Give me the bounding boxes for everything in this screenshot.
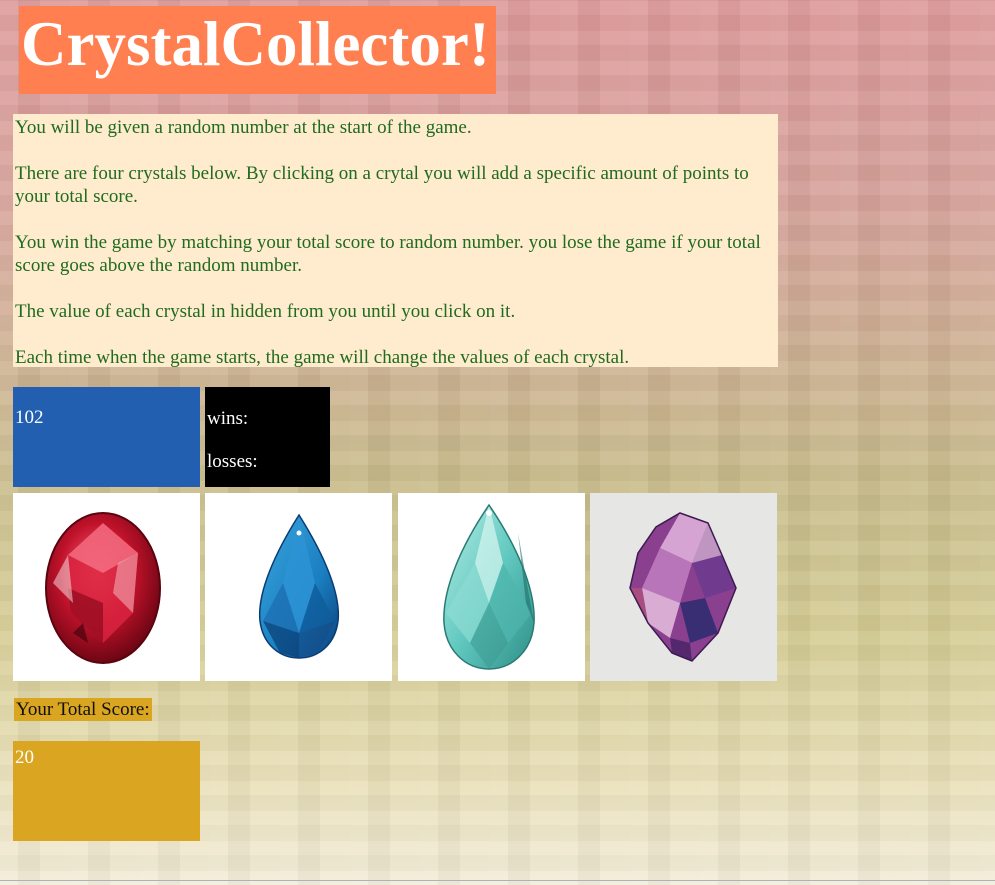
crystal-button-purple[interactable] <box>590 493 777 681</box>
crystal-button-aqua[interactable] <box>398 493 585 681</box>
random-number-box: 102 <box>13 387 200 487</box>
aqua-teardrop-crystal-icon <box>443 503 535 670</box>
instructions-panel: You will be given a random number at the… <box>13 114 778 368</box>
instruction-line-2: There are four crystals below. By clicki… <box>15 163 749 207</box>
game-title: CrystalCollector! <box>19 6 496 94</box>
total-score-label: Your Total Score: <box>14 698 152 721</box>
instruction-line-3: You win the game by matching your total … <box>15 232 761 276</box>
losses-label: losses: <box>207 451 258 472</box>
random-number-value: 102 <box>15 407 44 428</box>
instruction-line-5: Each time when the game starts, the game… <box>15 347 630 368</box>
instruction-line-4: The value of each crystal in hidden from… <box>15 301 516 322</box>
total-score-box: 20 <box>13 741 200 841</box>
crystal-button-blue[interactable] <box>205 493 392 681</box>
total-score-value: 20 <box>15 747 34 768</box>
page-bottom-divider <box>0 880 995 881</box>
blue-teardrop-crystal-icon <box>258 513 340 659</box>
wins-losses-panel: wins: losses: <box>205 387 330 487</box>
crystal-button-red[interactable] <box>13 493 200 681</box>
instruction-line-1: You will be given a random number at the… <box>15 117 472 138</box>
purple-raw-crystal-icon <box>629 512 737 662</box>
red-oval-gem-icon <box>45 512 161 664</box>
wins-label: wins: <box>207 408 249 429</box>
